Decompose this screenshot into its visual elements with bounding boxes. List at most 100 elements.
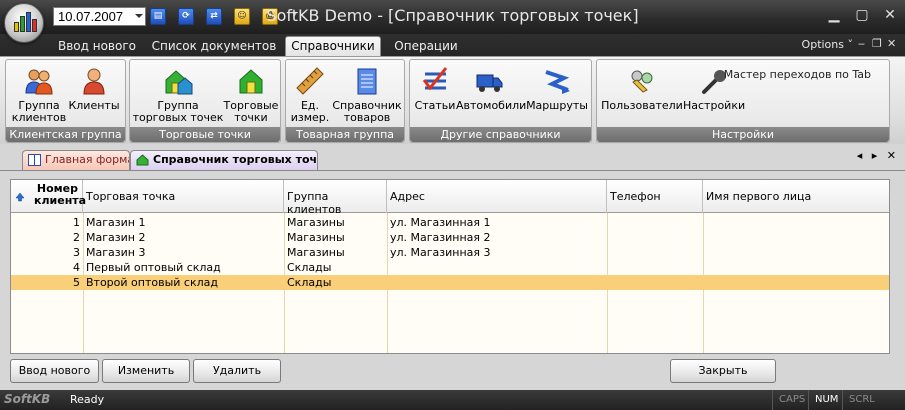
sort-arrow-icon[interactable] <box>15 192 25 202</box>
ribbon-group-settings: Пользователи Настройки Мастер переходов … <box>596 59 890 143</box>
units-button[interactable]: Ед. измер. <box>288 64 332 126</box>
orb-bar-icon <box>14 22 19 32</box>
doc-tab-main-form[interactable]: Главная форма <box>22 150 130 170</box>
route-arrow-icon <box>545 70 570 94</box>
column-header-person[interactable]: Имя первого лица <box>703 180 889 213</box>
application-menu-button[interactable] <box>4 3 44 43</box>
column-header-address[interactable]: Адрес <box>387 180 607 213</box>
orb-bar-icon <box>32 19 37 32</box>
date-dropdown-icon[interactable] <box>135 14 143 18</box>
quick-access-refresh-icon[interactable]: ⟳ <box>178 8 194 25</box>
status-bar: SoftKB Ready CAPS NUM SCRL <box>0 390 905 410</box>
cell-address: ул. Магазинная 3 <box>390 246 491 259</box>
cell-number: 4 <box>73 261 80 274</box>
ribbon-group-label: Настройки <box>597 127 889 142</box>
doc-tab-trade-points[interactable]: Справочник торговых точек <box>130 150 318 170</box>
cell-client-group: Магазины <box>287 216 345 229</box>
quick-access-list-icon[interactable]: ▤ <box>150 8 166 25</box>
table-row[interactable]: 1 Магазин 1 Магазины ул. Магазинная 1 <box>11 215 889 230</box>
ribbon-group-label: Другие справочники <box>410 127 591 142</box>
articles-button[interactable]: Статьи <box>414 64 456 126</box>
caps-indicator: CAPS <box>772 390 811 410</box>
truck-icon <box>476 74 503 92</box>
users-button[interactable]: Пользователи <box>599 64 685 126</box>
cell-number: 5 <box>73 276 80 289</box>
trade-point-group-button[interactable]: Группа торговых точек <box>132 64 224 126</box>
cell-number: 1 <box>73 216 80 229</box>
date-value: 10.07.2007 <box>58 9 124 24</box>
column-header-number[interactable]: Номер клиента <box>11 180 86 213</box>
tab-directories[interactable]: Справочники <box>285 36 381 57</box>
cell-client-group: Склады <box>287 261 332 274</box>
ribbon-group-trade-points: Группа торговых точек Торговые точки Тор… <box>129 59 281 143</box>
tab-navigation[interactable]: ◂ ▸ ✕ <box>857 149 899 162</box>
grid-header: Номер клиента Торговая точка Группа клие… <box>11 180 889 216</box>
document-tabs: Главная форма Справочник торговых точек … <box>0 144 905 170</box>
trade-points-grid[interactable]: Номер клиента Торговая точка Группа клие… <box>10 179 890 354</box>
column-header-client-group[interactable]: Группа клиентов <box>284 180 387 216</box>
checklist-icon <box>422 67 448 91</box>
vehicles-button[interactable]: Автомобили <box>456 64 526 126</box>
user-icon <box>83 68 105 95</box>
ribbon-tab-row: Ввод нового Список документов Справочник… <box>0 34 905 57</box>
mdi-minimize-icon[interactable]: ‒ <box>858 37 865 50</box>
quick-access-users-icon[interactable]: ☺ <box>234 8 250 25</box>
tab-wizard-label[interactable]: Мастер переходов по Tab <box>724 68 871 81</box>
table-row[interactable]: 2 Магазин 2 Магазины ул. Магазинная 2 <box>11 230 889 245</box>
options-menu[interactable]: Options ˅ <box>802 38 853 51</box>
routes-button[interactable]: Маршруты <box>524 64 590 126</box>
cell-client-group: Склады <box>287 276 332 289</box>
column-header-phone[interactable]: Телефон <box>607 180 703 213</box>
user-group-icon <box>25 69 53 95</box>
table-row[interactable]: 3 Магазин 3 Магазины ул. Магазинная 3 <box>11 245 889 260</box>
column-header-trade-point[interactable]: Торговая точка <box>83 180 284 213</box>
table-row[interactable]: 4 Первый оптовый склад Склады <box>11 260 889 275</box>
orb-bar-icon <box>20 16 25 32</box>
ribbon: Группа клиентов Клиенты Клиентская групп… <box>0 56 905 144</box>
close-button[interactable]: Закрыть <box>670 359 776 383</box>
cell-trade-point: Магазин 1 <box>86 216 146 229</box>
ribbon-group-label: Товарная группа <box>286 127 404 142</box>
maximize-icon[interactable]: ▢ <box>850 4 874 26</box>
cell-client-group: Магазины <box>287 231 345 244</box>
mdi-restore-icon[interactable]: ❐ <box>872 37 882 50</box>
ribbon-group-clients: Группа клиентов Клиенты Клиентская групп… <box>5 59 126 143</box>
ribbon-group-label: Торговые точки <box>130 127 280 142</box>
edit-button[interactable]: Изменить <box>102 359 190 383</box>
house-small-icon <box>136 154 149 166</box>
new-entry-button[interactable]: Ввод нового <box>10 359 99 383</box>
table-row-selected[interactable]: 5 Второй оптовый склад Склады <box>11 275 889 290</box>
notepad-icon <box>357 68 377 95</box>
quick-access-customize-icon[interactable]: ▾ <box>292 9 297 20</box>
delete-button[interactable]: Удалить <box>193 359 281 383</box>
content-area: Номер клиента Торговая точка Группа клие… <box>0 170 905 390</box>
tab-operations[interactable]: Операции <box>388 37 464 56</box>
mdi-close-icon[interactable]: ✕ <box>887 37 896 50</box>
goods-directory-button[interactable]: Справочник товаров <box>332 64 402 126</box>
close-window-icon[interactable]: ✕ <box>878 4 902 26</box>
cell-trade-point: Магазин 2 <box>86 231 146 244</box>
house-icon <box>239 69 263 94</box>
cell-number: 2 <box>73 231 80 244</box>
minimize-icon[interactable]: ▁ <box>822 4 846 26</box>
ribbon-group-goods: Ед. измер. Справочник товаров Товарная г… <box>285 59 405 143</box>
tab-new-entry[interactable]: Ввод нового <box>52 37 142 56</box>
ruler-icon <box>296 67 324 95</box>
quick-access-print-icon[interactable]: ⎙ <box>262 8 278 25</box>
num-indicator: NUM <box>808 390 844 410</box>
cell-client-group: Магазины <box>287 246 345 259</box>
ribbon-group-label: Клиентская группа <box>6 127 125 142</box>
cell-address: ул. Магазинная 1 <box>390 216 491 229</box>
quick-access-sync-icon[interactable]: ⇄ <box>206 8 222 25</box>
trade-points-button[interactable]: Торговые точки <box>222 64 280 126</box>
date-field[interactable]: 10.07.2007 <box>53 7 146 26</box>
options-chevron-icon: ˅ <box>847 38 854 51</box>
client-group-button[interactable]: Группа клиентов <box>10 64 68 126</box>
clients-button[interactable]: Клиенты <box>66 64 122 126</box>
scroll-indicator: SCRL <box>842 390 881 410</box>
cell-trade-point: Первый оптовый склад <box>86 261 221 274</box>
users-key-icon <box>631 70 653 93</box>
title-bar: 10.07.2007 ▤ ⟳ ⇄ ☺ ⎙ ▾ SoftKB Demo - [Сп… <box>0 0 905 34</box>
book-icon <box>28 154 41 166</box>
tab-documents-list[interactable]: Список документов <box>150 37 278 56</box>
